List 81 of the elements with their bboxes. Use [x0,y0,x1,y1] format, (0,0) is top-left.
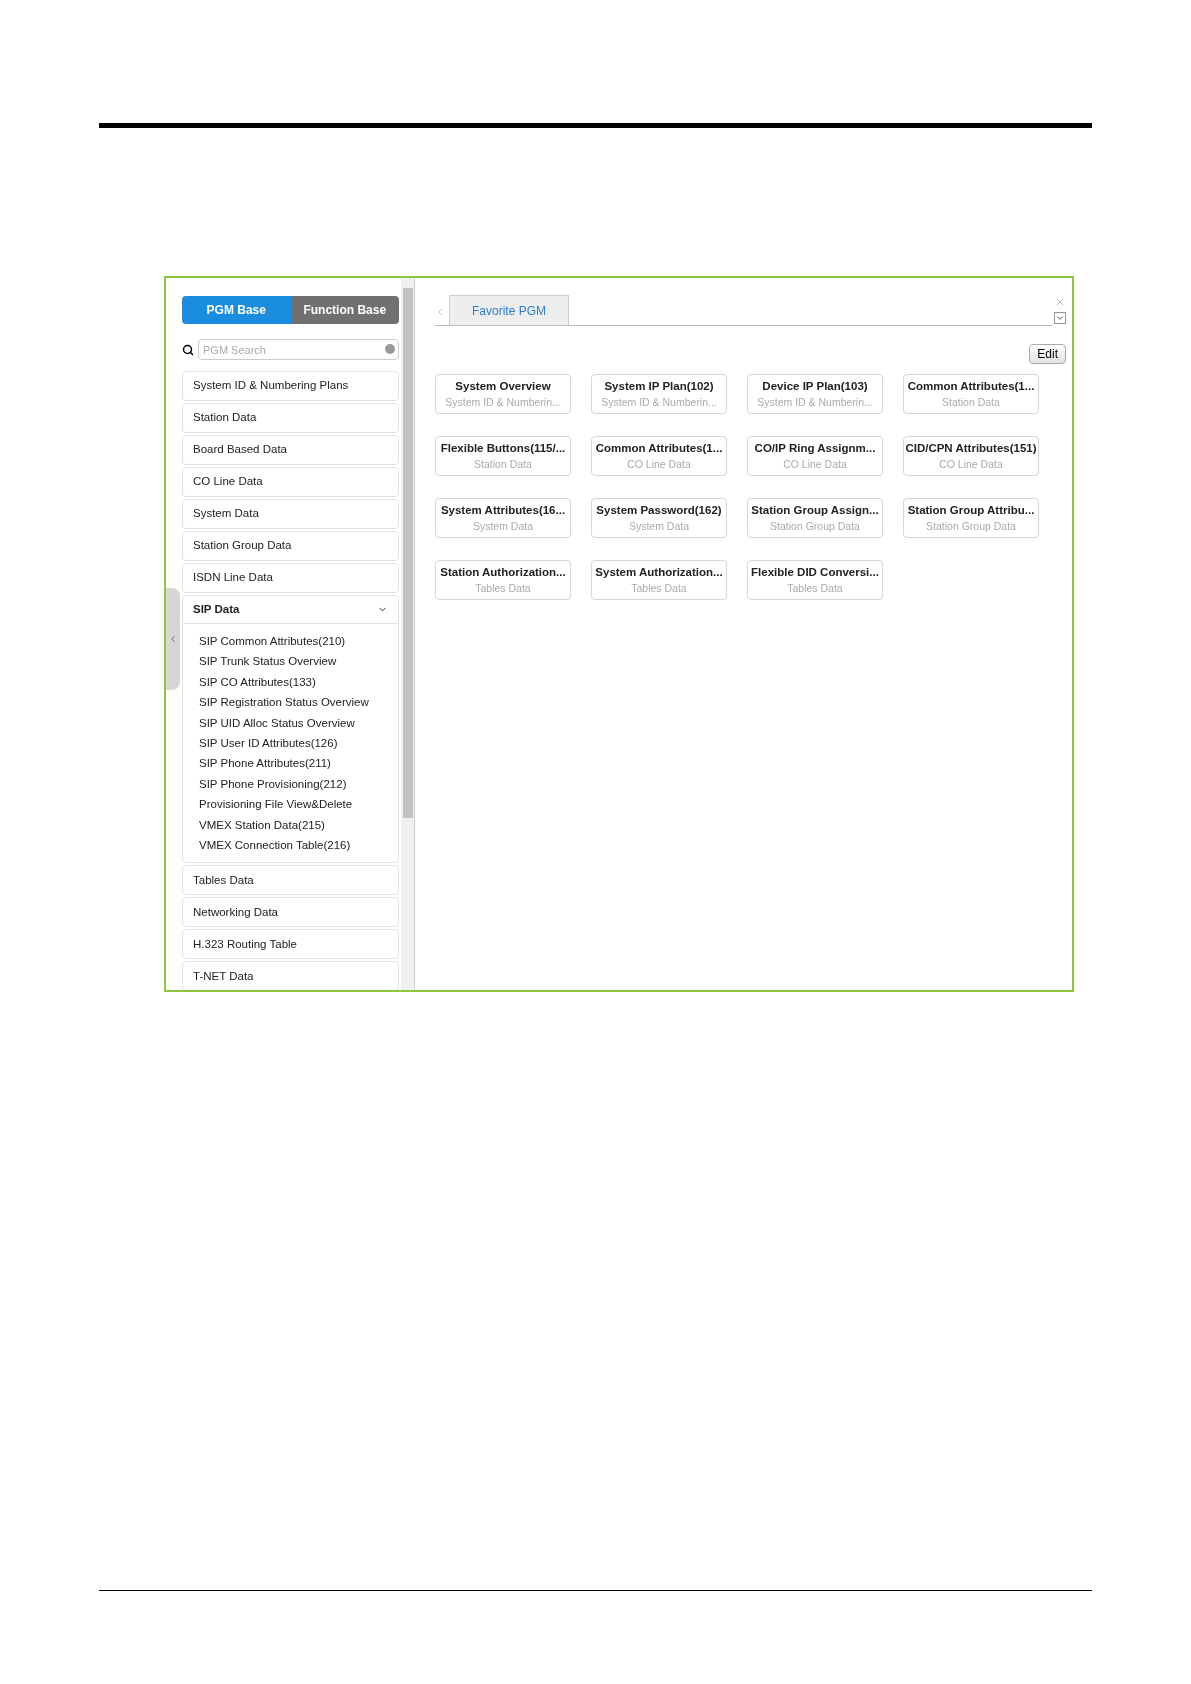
sidebar-item[interactable]: T-NET Data [183,962,398,990]
sidebar-subitem[interactable]: SIP UID Alloc Status Overview [199,712,398,733]
search-icon [182,343,194,356]
card-subtitle: System Data [472,518,534,534]
card-title: CID/CPN Attributes(151) [905,440,1037,456]
clear-icon[interactable] [385,344,395,354]
mode-tab[interactable]: Function Base [290,296,399,324]
program-card[interactable]: System Password(162) System Data [591,498,727,538]
card-title: System Password(162) [596,502,722,518]
sidebar-subitem[interactable]: SIP Trunk Status Overview [199,651,398,672]
sidebar-item[interactable]: Station Data [183,404,398,432]
card-title: Station Group Assign... [751,502,879,518]
sidebar-item[interactable]: System ID & Numbering Plans [183,372,398,400]
sidebar-item[interactable]: CO Line Data [183,468,398,496]
program-card[interactable]: System Attributes(16... System Data [435,498,571,538]
program-card[interactable]: Common Attributes(1... Station Data [903,374,1039,414]
program-card[interactable]: Flexible DID Conversi... Tables Data [747,560,883,600]
card-subtitle: CO Line Data [783,456,847,472]
search-field[interactable]: PGM Search [198,339,399,360]
sidebar-subitem[interactable]: SIP Common Attributes(210) [199,631,398,652]
scroll-left-icon[interactable] [435,307,445,317]
card-subtitle: CO Line Data [939,456,1003,472]
program-card[interactable]: System Overview System ID & Numberin... [435,374,571,414]
card-title: Flexible DID Conversi... [751,564,879,580]
sidebar-item[interactable]: SIP Data [183,596,398,624]
program-card[interactable]: System Authorization... Tables Data [591,560,727,600]
sidebar-item[interactable]: Networking Data [183,898,398,927]
card-title: Common Attributes(1... [907,378,1035,394]
card-subtitle: Station Data [474,456,532,472]
program-card[interactable]: Station Group Attribu... Station Group Data [903,498,1039,538]
sidebar-subitem[interactable]: SIP Phone Attributes(211) [199,753,398,774]
card-subtitle: System Data [628,518,690,534]
program-card[interactable]: CID/CPN Attributes(151) CO Line Data [903,436,1039,476]
card-subtitle: System ID & Numberin... [757,394,873,410]
card-title: Common Attributes(1... [595,440,723,456]
program-card[interactable]: CO/IP Ring Assignm... CO Line Data [747,436,883,476]
sidebar-subitem[interactable]: SIP Registration Status Overview [199,692,398,713]
card-title: System Overview [455,378,551,394]
card-subtitle: System ID & Numberin... [601,394,717,410]
card-subtitle: Tables Data [631,580,687,596]
program-card[interactable]: Station Authorization... Tables Data [435,560,571,600]
sidebar-item[interactable]: ISDN Line Data [183,564,398,592]
card-title: System IP Plan(102) [604,378,714,394]
dropdown-icon[interactable] [1054,312,1066,324]
card-title: Station Group Attribu... [907,502,1035,518]
edit-button[interactable]: Edit [1029,344,1066,364]
card-subtitle: Station Group Data [926,518,1016,534]
tab[interactable]: Favorite PGM [449,295,569,325]
card-subtitle: Station Data [942,394,1000,410]
card-subtitle: Tables Data [475,580,531,596]
sidebar-subitem[interactable]: VMEX Connection Table(216) [199,834,398,856]
program-card[interactable]: Device IP Plan(103) System ID & Numberin... [747,374,883,414]
card-subtitle: Station Group Data [770,518,860,534]
card-title: CO/IP Ring Assignm... [754,440,876,456]
sidebar-item[interactable]: H.323 Routing Table [183,930,398,959]
sidebar-subitem[interactable]: SIP CO Attributes(133) [199,671,398,693]
card-title: Flexible Buttons(115/... [440,440,566,456]
program-card[interactable]: Flexible Buttons(115/... Station Data [435,436,571,476]
card-subtitle: Tables Data [787,580,843,596]
sidebar-subitem[interactable]: Provisioning File View&Delete [199,794,398,815]
program-card[interactable]: Station Group Assign... Station Group Data [747,498,883,538]
scrollbar[interactable] [401,278,415,990]
card-subtitle: System ID & Numberin... [445,394,561,410]
program-card[interactable]: System IP Plan(102) System ID & Numberin... [591,374,727,414]
card-subtitle: CO Line Data [627,456,691,472]
card-title: Device IP Plan(103) [762,378,868,394]
sidebar-item[interactable]: Tables Data [183,866,398,895]
card-title: System Attributes(16... [440,502,566,518]
card-title: Station Authorization... [440,564,566,580]
sidebar-item[interactable]: Station Group Data [183,532,398,560]
sidebar-subitem[interactable]: SIP User ID Attributes(126) [199,732,398,754]
sidebar-item[interactable]: Board Based Data [183,436,398,464]
close-icon[interactable] [1054,296,1066,308]
sidebar-subitem[interactable]: VMEX Station Data(215) [199,814,398,835]
mode-tab[interactable]: PGM Base [182,296,291,324]
sidebar-item[interactable]: System Data [183,500,398,528]
program-card[interactable]: Common Attributes(1... CO Line Data [591,436,727,476]
card-title: System Authorization... [595,564,723,580]
sidebar-subitem[interactable]: SIP Phone Provisioning(212) [199,773,398,795]
chevron-left-icon [168,634,178,644]
collapse-handle[interactable] [166,588,180,690]
